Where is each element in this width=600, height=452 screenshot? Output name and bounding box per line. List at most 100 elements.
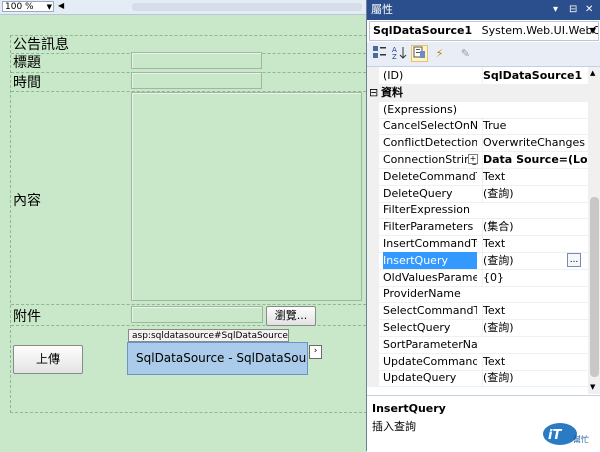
- property-row[interactable]: FilterParameters (集合): [367, 218, 588, 237]
- ithome-logo: iT 幫忙: [543, 423, 589, 445]
- content-textarea[interactable]: [131, 92, 362, 301]
- property-row[interactable]: UpdateCommandT Text: [367, 352, 588, 371]
- property-value[interactable]: Data Source=(Local: [482, 151, 587, 168]
- property-name: DeleteCommandTy: [383, 169, 477, 183]
- property-name: ConnectionString: [383, 153, 477, 166]
- alphabetical-icon[interactable]: AZ: [391, 45, 408, 62]
- property-name: (Expressions): [383, 102, 458, 116]
- property-row[interactable]: OldValuesParamet {0}: [367, 268, 588, 287]
- property-name: OldValuesParamet: [383, 270, 477, 284]
- properties-toolbar: AZ ⚡ ✎: [367, 42, 600, 67]
- properties-icon[interactable]: [411, 45, 428, 62]
- property-value[interactable]: (查詢): [482, 369, 587, 387]
- row-gutter: [367, 100, 379, 118]
- property-value[interactable]: True: [482, 117, 587, 135]
- property-row[interactable]: InsertQuery (查詢)...: [367, 251, 588, 270]
- row-gutter: [367, 201, 379, 219]
- property-name: InsertCommandTyp: [383, 237, 477, 250]
- row-gutter: [367, 167, 379, 185]
- property-row[interactable]: ProviderName: [367, 285, 588, 304]
- zoom-dropdown[interactable]: 100 % ▼: [2, 1, 54, 12]
- title-input[interactable]: [131, 52, 262, 69]
- vertical-scrollbar[interactable]: ▲ ▼: [588, 67, 600, 394]
- property-name: ProviderName: [383, 287, 461, 301]
- property-name: ConflictDetection: [383, 136, 477, 150]
- smart-tag-icon[interactable]: ›: [309, 345, 322, 359]
- time-input[interactable]: [131, 72, 262, 89]
- property-row[interactable]: (ID) SqlDataSource1: [367, 67, 588, 85]
- row-gutter: [367, 218, 379, 236]
- property-name: 資料: [381, 85, 403, 99]
- collapse-icon[interactable]: ⊟: [369, 84, 378, 101]
- row-gutter: [367, 335, 379, 353]
- row-gutter: [367, 285, 379, 303]
- row-gutter: [367, 319, 379, 336]
- row-gutter: [367, 251, 379, 269]
- selected-object-name: SqlDataSource1: [373, 24, 473, 37]
- property-value[interactable]: OverwriteChanges: [482, 134, 587, 152]
- description-text: 插入查詢: [372, 420, 416, 433]
- description-title: InsertQuery: [372, 402, 446, 415]
- form-heading: 公告訊息: [13, 37, 69, 53]
- file-input[interactable]: [131, 306, 263, 323]
- scrollbar-thumb[interactable]: [590, 197, 599, 377]
- properties-titlebar: 屬性 ▾ ⊟ ✕: [367, 0, 600, 20]
- property-row[interactable]: InsertCommandTyp Text: [367, 235, 588, 253]
- property-row[interactable]: UpdateQuery (查詢): [367, 369, 588, 388]
- selected-object-type: System.Web.UI.WebCont: [481, 24, 599, 37]
- property-pages-icon[interactable]: ✎: [457, 45, 474, 62]
- property-name: FilterExpression: [383, 203, 470, 217]
- property-row[interactable]: ConflictDetection OverwriteChanges: [367, 134, 588, 153]
- property-value[interactable]: Text: [482, 235, 587, 252]
- property-name: SelectCommandTy: [383, 304, 477, 318]
- property-row[interactable]: ConnectionString Data Source=(Local +: [367, 151, 588, 169]
- property-row[interactable]: SortParameterNam: [367, 335, 588, 354]
- property-value[interactable]: Text: [482, 167, 587, 185]
- property-row[interactable]: DeleteCommandTy Text: [367, 167, 588, 186]
- property-value[interactable]: {0}: [482, 268, 587, 286]
- browse-button[interactable]: 瀏覽...: [266, 306, 316, 326]
- upload-button[interactable]: 上傳: [13, 345, 83, 374]
- property-name: CancelSelectOnNu: [383, 119, 477, 133]
- property-category[interactable]: ⊟ 資料: [367, 83, 588, 102]
- object-selector[interactable]: SqlDataSource1 System.Web.UI.WebCont ▼: [369, 21, 599, 41]
- window-position-icon[interactable]: ▾: [553, 0, 558, 20]
- property-row[interactable]: DeleteQuery (查詢): [367, 184, 588, 203]
- auto-hide-icon[interactable]: ⊟: [569, 0, 577, 20]
- property-row[interactable]: SelectQuery (查詢): [367, 319, 588, 337]
- sqldatasource-control[interactable]: SqlDataSource - SqlDataSource1: [127, 342, 308, 375]
- property-value[interactable]: (查詢): [482, 184, 587, 202]
- close-icon[interactable]: ✕: [585, 0, 593, 20]
- property-value[interactable]: SqlDataSource1: [482, 67, 587, 84]
- property-name: UpdateCommandT: [383, 354, 477, 368]
- property-value[interactable]: (查詢): [482, 319, 587, 336]
- property-value[interactable]: Text: [482, 302, 587, 320]
- horizontal-scrollbar[interactable]: [132, 3, 362, 11]
- property-name: DeleteQuery: [383, 186, 453, 200]
- property-row[interactable]: (Expressions): [367, 100, 588, 119]
- expand-icon[interactable]: +: [468, 154, 478, 164]
- row-gutter: [367, 235, 379, 252]
- property-value[interactable]: Text: [482, 352, 587, 370]
- logo-subtext: 幫忙: [573, 434, 589, 444]
- row-gutter: [367, 67, 379, 84]
- property-grid: (ID) SqlDataSource1 ⊟ 資料 (Expressions) Cancel…: [367, 67, 588, 394]
- scroll-down-icon[interactable]: ▼: [590, 383, 595, 391]
- row-gutter: [367, 117, 379, 135]
- svg-text:Z: Z: [392, 53, 397, 60]
- design-surface: 公告訊息 標題 時間 內容 附件: [0, 15, 367, 451]
- chevron-down-icon: ▼: [589, 26, 596, 35]
- property-value[interactable]: (集合): [482, 218, 587, 236]
- property-row[interactable]: CancelSelectOnNu True: [367, 117, 588, 136]
- scroll-up-icon[interactable]: ▲: [590, 69, 595, 77]
- title-label: 標題: [13, 55, 41, 71]
- logo-text: iT: [548, 428, 562, 443]
- property-name: SortParameterNam: [383, 337, 477, 351]
- categorized-icon[interactable]: [371, 45, 388, 62]
- events-icon[interactable]: ⚡: [431, 45, 448, 62]
- property-row[interactable]: SelectCommandTy Text: [367, 302, 588, 321]
- properties-panel: 屬性 ▾ ⊟ ✕ SqlDataSource1 System.Web.UI.We…: [366, 0, 600, 452]
- scroll-left-icon[interactable]: ◀: [58, 1, 64, 10]
- ellipsis-button[interactable]: ...: [567, 252, 581, 267]
- property-row[interactable]: FilterExpression: [367, 201, 588, 220]
